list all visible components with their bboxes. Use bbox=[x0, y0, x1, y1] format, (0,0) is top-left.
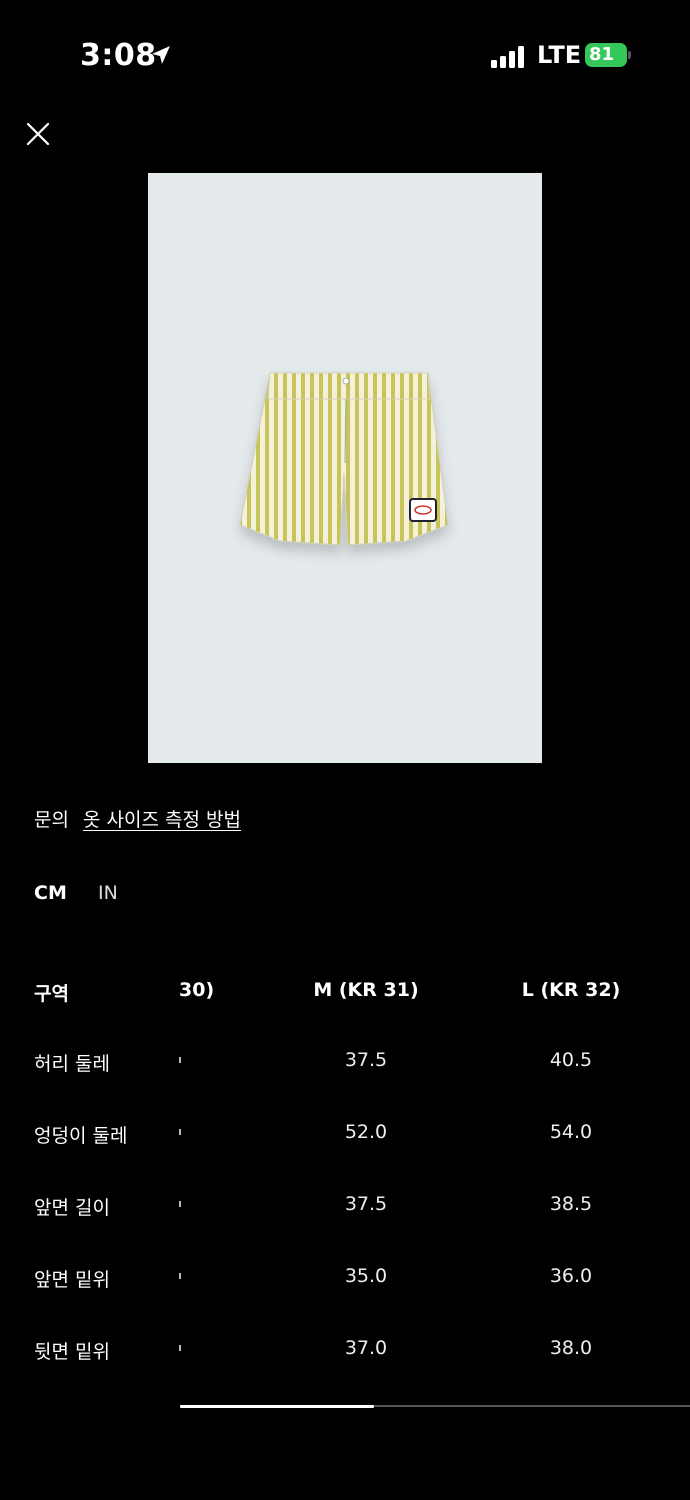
network-type: LTE bbox=[537, 41, 582, 69]
cell-l: 38.0 bbox=[549, 1337, 593, 1359]
scrollbar-thumb[interactable] bbox=[180, 1404, 374, 1408]
cell-l: 54.0 bbox=[549, 1121, 593, 1143]
cell-l: 36.0 bbox=[549, 1265, 593, 1287]
column-header-l: L (KR 32) bbox=[521, 979, 621, 1001]
location-arrow-icon bbox=[152, 46, 170, 64]
column-header-m: M (KR 31) bbox=[313, 979, 419, 1001]
unit-in-tab[interactable]: IN bbox=[98, 882, 118, 904]
signal-bars-icon bbox=[491, 44, 525, 68]
row-label: 허리 둘레 bbox=[34, 1053, 110, 1075]
table-row: 엉덩이 둘레 52.0 54.0 bbox=[0, 1121, 690, 1161]
product-image bbox=[148, 173, 542, 763]
table-header: 구역 30) M (KR 31) L (KR 32) bbox=[0, 979, 690, 1019]
table-row: 앞면 길이 37.5 38.5 bbox=[0, 1193, 690, 1233]
cell-l: 40.5 bbox=[549, 1049, 593, 1071]
table-row: 허리 둘레 37.5 40.5 bbox=[0, 1049, 690, 1089]
row-label: 앞면 길이 bbox=[34, 1197, 110, 1219]
cell-m: 35.0 bbox=[344, 1265, 388, 1287]
partial-cell bbox=[179, 1345, 181, 1351]
cell-m: 37.5 bbox=[344, 1049, 388, 1071]
table-row: 뒷면 밑위 37.0 38.0 bbox=[0, 1337, 690, 1377]
info-links: 문의 옷 사이즈 측정 방법 bbox=[34, 805, 241, 832]
row-label: 뒷면 밑위 bbox=[34, 1341, 110, 1363]
row-label: 앞면 밑위 bbox=[34, 1269, 110, 1291]
cell-m: 37.0 bbox=[344, 1337, 388, 1359]
partial-cell bbox=[179, 1201, 181, 1207]
status-bar: 3:08 LTE 81 bbox=[0, 0, 690, 110]
battery-level: 81 bbox=[589, 44, 615, 65]
column-header-area: 구역 bbox=[34, 983, 69, 1005]
row-label: 엉덩이 둘레 bbox=[34, 1125, 128, 1147]
help-link[interactable]: 문의 bbox=[34, 809, 69, 831]
cell-m: 52.0 bbox=[344, 1121, 388, 1143]
unit-cm-tab[interactable]: CM bbox=[34, 882, 67, 904]
cell-l: 38.5 bbox=[549, 1193, 593, 1215]
partial-cell bbox=[179, 1273, 181, 1279]
measure-guide-link[interactable]: 옷 사이즈 측정 방법 bbox=[83, 809, 241, 831]
shorts-illustration bbox=[239, 372, 449, 546]
column-header-s-partial: 30) bbox=[179, 979, 215, 1001]
cell-m: 37.5 bbox=[344, 1193, 388, 1215]
close-icon[interactable] bbox=[22, 118, 54, 150]
status-time: 3:08 bbox=[80, 38, 157, 73]
horizontal-scrollbar[interactable] bbox=[180, 1404, 690, 1408]
battery-charging-icon: 81 bbox=[585, 43, 631, 67]
table-row: 앞면 밑위 35.0 36.0 bbox=[0, 1265, 690, 1305]
partial-cell bbox=[179, 1057, 181, 1063]
partial-cell bbox=[179, 1129, 181, 1135]
